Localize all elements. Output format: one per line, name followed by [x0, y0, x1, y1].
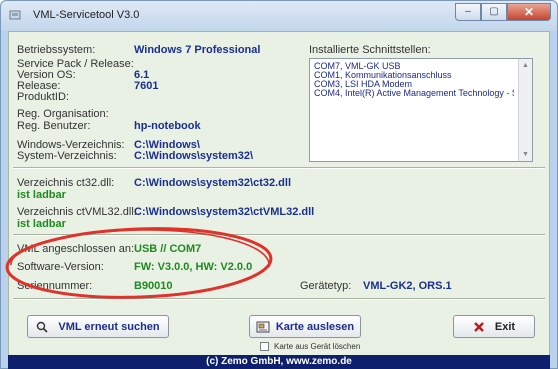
- minimize-button[interactable]: –: [455, 3, 481, 21]
- interfaces-list[interactable]: COM7, VML-GK USB COM1, Kommunikationsans…: [309, 58, 533, 162]
- interfaces-label: Installierte Schnittstellen:: [309, 44, 431, 56]
- close-button[interactable]: ✕: [507, 3, 551, 21]
- footer-text: (c) Zemo GmbH, www.zemo.de: [206, 356, 352, 367]
- close-icon: ✕: [523, 5, 535, 19]
- read-card-button[interactable]: Karte auslesen: [249, 315, 361, 338]
- magnifier-icon: [36, 321, 48, 333]
- search-vml-button[interactable]: VML erneut suchen: [27, 315, 169, 338]
- connected-label: VML angeschlossen an:: [17, 243, 134, 255]
- software-version-value: FW: V3.0.0, HW: V2.0.0: [134, 261, 253, 273]
- search-vml-label: VML erneut suchen: [58, 320, 160, 333]
- scroll-down-icon[interactable]: ▼: [522, 151, 529, 158]
- serial-number-value: B90010: [134, 280, 173, 292]
- ctvml32-dir-label: Verzeichnis ctVML32.dll:: [17, 206, 137, 218]
- release-value: 7601: [134, 80, 159, 92]
- reg-user-value: hp-notebook: [134, 120, 201, 132]
- client-area: Betriebssystem: Windows 7 Professional S…: [8, 31, 550, 369]
- divider: [13, 298, 545, 300]
- exit-icon: [473, 321, 485, 333]
- system-dir-value: C:\Windows\system32\: [134, 150, 254, 162]
- app-window: VML-Servicetool V3.0 – ▢ ✕ Betriebssyste…: [0, 0, 558, 369]
- interfaces-scrollbar[interactable]: ▲ ▼: [518, 59, 532, 161]
- divider: [13, 167, 545, 169]
- os-label: Betriebssystem:: [17, 44, 96, 56]
- ct32-status: ist ladbar: [17, 189, 66, 201]
- maximize-button[interactable]: ▢: [481, 3, 507, 21]
- software-version-label: Software-Version:: [17, 261, 104, 273]
- minimize-icon: –: [465, 6, 471, 17]
- exit-label: Exit: [494, 320, 516, 333]
- exit-button[interactable]: Exit: [453, 315, 535, 338]
- caption-buttons: – ▢ ✕: [455, 3, 551, 23]
- ct32-dir-label: Verzeichnis ct32.dll:: [17, 177, 115, 189]
- list-item[interactable]: COM1, Kommunikationsanschluss: [314, 71, 514, 80]
- checkbox-box[interactable]: [260, 342, 269, 351]
- os-value: Windows 7 Professional: [134, 44, 261, 56]
- divider: [13, 234, 545, 236]
- app-icon: [9, 9, 21, 21]
- reg-organisation-label: Reg. Organisation:: [17, 108, 109, 120]
- read-card-label: Karte auslesen: [275, 320, 355, 333]
- device-type-value: VML-GK2, ORS.1: [363, 280, 452, 292]
- ctvml32-dir-value: C:\Windows\system32\ctVML32.dll: [134, 206, 315, 218]
- list-item[interactable]: COM3, LSI HDA Modem: [314, 80, 514, 89]
- connected-value: USB // COM7: [134, 243, 202, 255]
- maximize-icon: ▢: [489, 6, 499, 17]
- system-dir-label: System-Verzeichnis:: [17, 150, 117, 162]
- list-item[interactable]: COM4, Intel(R) Active Management Technol…: [314, 89, 514, 98]
- product-id-label: ProduktID:: [17, 91, 69, 103]
- ct32-dir-value: C:\Windows\system32\ct32.dll: [134, 177, 292, 189]
- serial-number-label: Seriennummer:: [17, 280, 93, 292]
- device-type-label: Gerätetyp:: [300, 280, 352, 292]
- window-title: VML-Servicetool V3.0: [33, 9, 140, 21]
- scroll-up-icon[interactable]: ▲: [522, 62, 529, 69]
- delete-card-checkbox[interactable]: Karte aus Gerät löschen: [260, 342, 360, 351]
- reg-user-label: Reg. Benutzer:: [17, 120, 91, 132]
- delete-card-label: Karte aus Gerät löschen: [274, 342, 361, 351]
- card-reader-icon: [256, 321, 270, 333]
- footer-bar: (c) Zemo GmbH, www.zemo.de: [8, 355, 550, 369]
- title-bar[interactable]: VML-Servicetool V3.0 – ▢ ✕: [1, 1, 557, 31]
- list-item[interactable]: COM7, VML-GK USB: [314, 62, 514, 71]
- ctvml32-status: ist ladbar: [17, 218, 66, 230]
